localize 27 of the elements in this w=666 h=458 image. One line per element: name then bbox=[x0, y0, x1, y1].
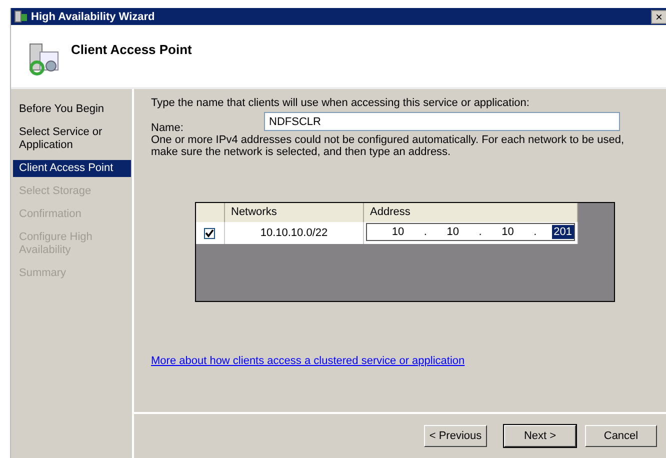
octet: 10 bbox=[446, 225, 460, 239]
wizard-button[interactable]: < Previous bbox=[424, 425, 487, 447]
page-title: Client Access Point bbox=[71, 42, 192, 56]
name-label: Name: bbox=[151, 122, 184, 134]
table-cell: 10.10.10.0/22 bbox=[225, 222, 364, 244]
column-header: Address bbox=[364, 203, 578, 222]
wizard-button[interactable]: Cancel bbox=[585, 425, 657, 447]
octet: 10 bbox=[500, 225, 515, 239]
column-header: Networks bbox=[225, 203, 364, 222]
name-field[interactable]: NDFSCLR bbox=[264, 112, 620, 131]
separator-text: . bbox=[478, 226, 483, 238]
separator-text: . bbox=[422, 226, 428, 238]
octet: 10 bbox=[390, 225, 406, 239]
wizard-step[interactable]: Client Access Point bbox=[13, 160, 131, 177]
instruction-text: Type the name that clients will use when accessing this service or application: bbox=[151, 97, 530, 109]
checkbox[interactable] bbox=[204, 228, 215, 238]
wizard-button[interactable]: Next > bbox=[504, 425, 576, 447]
octet: 201 bbox=[552, 225, 574, 239]
info-text: One or more IPv4 addresses could not be configured automatically. For each network to be used, make sure the network is selected, and then type an address. bbox=[151, 134, 626, 158]
close-button[interactable]: × bbox=[651, 10, 666, 24]
ip-address-field[interactable]: 10 . 10 . 10 . 201 bbox=[366, 223, 575, 241]
window-title: High Availability Wizard bbox=[31, 10, 156, 22]
wizard-step[interactable]: Before You Begin bbox=[13, 101, 131, 118]
separator-text: . bbox=[532, 226, 538, 238]
help-link[interactable]: More about how clients access a clustered service or application bbox=[151, 355, 651, 367]
wizard-step[interactable]: Select Service or Application bbox=[13, 124, 131, 154]
header-corner-cell bbox=[196, 203, 225, 222]
